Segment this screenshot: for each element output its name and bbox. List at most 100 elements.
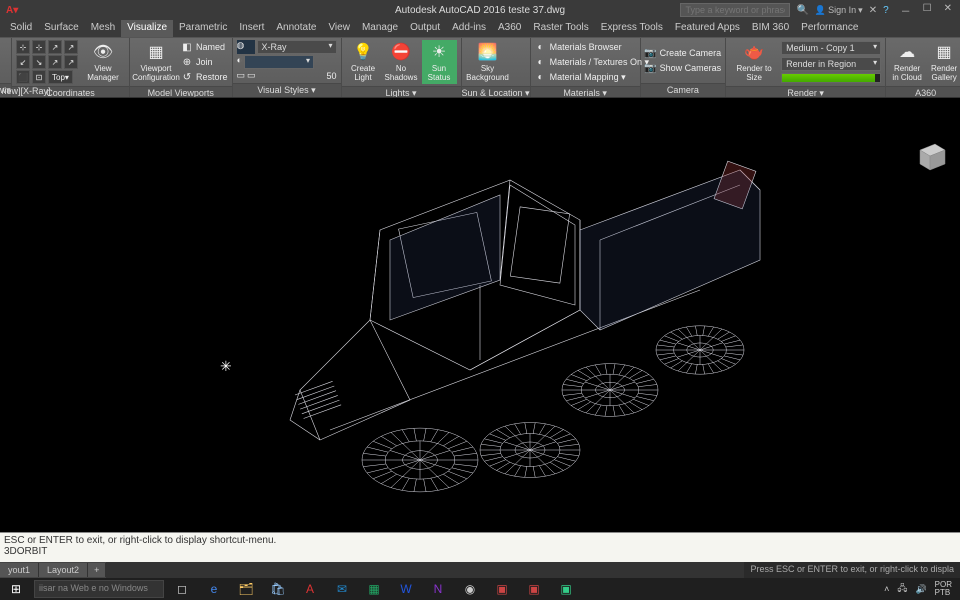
viewcube[interactable]	[910, 138, 950, 178]
chrome-icon[interactable]: ◉	[456, 579, 484, 599]
panel-visual-styles: ◍ X-Ray ◐ ▭▭ 50 Visual Styles ▾	[233, 38, 342, 97]
render-to-size-button[interactable]: 🫖 Render to Size	[730, 40, 778, 84]
viewport-label[interactable]: /iew][X-Ray]	[2, 86, 51, 96]
layout-tab-1[interactable]: Layout2	[39, 563, 88, 577]
render-progress	[781, 73, 881, 83]
crosshair-cursor: ✳	[220, 358, 232, 375]
network-icon[interactable]: 🖧	[897, 581, 907, 597]
panel-viewports: ▦ Viewport Configuration ◧Named⊕Join↺Res…	[130, 38, 233, 97]
status-hint: Press ESC or ENTER to exit, or right-cli…	[744, 562, 960, 578]
viewport-icon: ▦	[146, 42, 166, 62]
tab-visualize[interactable]: Visualize	[121, 20, 173, 37]
help-icon[interactable]: ?	[883, 5, 889, 16]
start-button[interactable]: ⊞	[2, 579, 30, 599]
tab-a360[interactable]: A360	[492, 20, 527, 37]
tab-output[interactable]: Output	[404, 20, 446, 37]
panel-lights: 💡Create Light⛔No Shadows☀Sun Status Ligh…	[342, 38, 462, 97]
row-create-camera[interactable]: 📷Create Camera	[645, 46, 722, 60]
explorer-icon[interactable]: 🗂	[232, 579, 260, 599]
tab-annotate[interactable]: Annotate	[270, 20, 322, 37]
windows-taskbar: ⊞ iisar na Web e no Windows ◻ e 🗂 🛍 A ✉ …	[0, 578, 960, 600]
row-material-mapping-[interactable]: ◐Material Mapping ▾	[535, 70, 649, 84]
style-preview-icon[interactable]: ◍	[237, 40, 255, 54]
tab-parametric[interactable]: Parametric	[173, 20, 233, 37]
outlook-icon[interactable]: ✉	[328, 579, 356, 599]
view-manager-button[interactable]: 👁 View Manager	[81, 40, 125, 84]
cortana-search[interactable]: iisar na Web e no Windows	[34, 580, 164, 598]
onenote-icon[interactable]: N	[424, 579, 452, 599]
tab-view[interactable]: View	[322, 20, 356, 37]
opacity-input[interactable]	[244, 55, 314, 69]
sun-status-button[interactable]: ☀Sun Status	[422, 40, 457, 84]
help-search-input[interactable]	[680, 3, 790, 17]
tab-performance[interactable]: Performance	[795, 20, 864, 37]
panel-camera: 📷Create Camera📷Show Cameras Camera	[641, 38, 727, 97]
qat: A▾	[0, 5, 18, 16]
panel-sun: 🌅 Sky Background Sun & Location ▾	[462, 38, 531, 97]
row-materials-browser[interactable]: ◐Materials Browser	[535, 40, 649, 54]
volume-icon[interactable]: 🔊	[915, 584, 926, 595]
render-in-cloud-button[interactable]: ☁Render in Cloud	[890, 40, 924, 84]
viewport-config-button[interactable]: ▦ Viewport Configuration	[134, 40, 178, 84]
cmd-current: 3DORBIT	[4, 546, 956, 557]
edge-icon[interactable]: e	[200, 579, 228, 599]
render-preset-dropdown[interactable]: Medium - Copy 1	[781, 41, 881, 55]
row-named[interactable]: ◧Named	[181, 40, 228, 54]
row-join[interactable]: ⊕Join	[181, 55, 228, 69]
tab-raster-tools[interactable]: Raster Tools	[527, 20, 594, 37]
app-menu-icon[interactable]: A▾	[6, 5, 18, 16]
title-text: Autodesk AutoCAD 2016 teste 37.dwg	[395, 5, 565, 16]
sky-background-button[interactable]: 🌅 Sky Background	[466, 40, 510, 84]
no-shadows-button[interactable]: ⛔No Shadows	[384, 40, 419, 84]
autocad-icon[interactable]: A	[296, 579, 324, 599]
close-icon[interactable]: ✕	[944, 3, 952, 18]
tab-featured-apps[interactable]: Featured Apps	[669, 20, 746, 37]
minimize-icon[interactable]: －	[901, 3, 911, 18]
panel-a360: ☁Render in Cloud▦Render Gallery A360	[886, 38, 960, 97]
app3-icon[interactable]: ▣	[552, 579, 580, 599]
visual-style-dropdown[interactable]: X-Ray	[257, 40, 337, 54]
titlebar: A▾ Autodesk AutoCAD 2016 teste 37.dwg 🔍 …	[0, 0, 960, 20]
row-materials-textures-on-[interactable]: ◐Materials / Textures On ▾	[535, 55, 649, 69]
render-region-dropdown[interactable]: Render in Region	[781, 57, 881, 71]
system-tray[interactable]: ˄ 🖧 🔊 POR PTB	[884, 581, 958, 597]
ribbon-tabs: SolidSurfaceMeshVisualizeParametricInser…	[0, 20, 960, 38]
ribbon: ws ⊹⊹↗↗ ↙↘↗↗ ⬛⊡Top▾ 👁 View Manager Coord…	[0, 38, 960, 98]
command-line[interactable]: ESC or ENTER to exit, or right-click to …	[0, 532, 960, 562]
tab-surface[interactable]: Surface	[38, 20, 84, 37]
signin-button[interactable]: 👤 Sign In ▾	[815, 5, 863, 16]
app-icon[interactable]: ▣	[488, 579, 516, 599]
search-icon[interactable]: 🔍	[796, 5, 808, 16]
store-icon[interactable]: 🛍	[264, 579, 292, 599]
panel-render: 🫖 Render to Size Medium - Copy 1 Render …	[726, 38, 886, 97]
word-icon[interactable]: W	[392, 579, 420, 599]
tab-express-tools[interactable]: Express Tools	[595, 20, 669, 37]
tray-up-icon[interactable]: ˄	[884, 584, 889, 594]
layout-tab-2[interactable]: +	[88, 563, 106, 577]
render-gallery-button[interactable]: ▦Render Gallery	[927, 40, 960, 84]
sky-icon: 🌅	[478, 42, 498, 62]
view-manager-icon: 👁	[93, 42, 113, 62]
app2-icon[interactable]: ▣	[520, 579, 548, 599]
tab-add-ins[interactable]: Add-ins	[446, 20, 492, 37]
exchange-icon[interactable]: ✕	[869, 5, 877, 16]
row-restore[interactable]: ↺Restore	[181, 70, 228, 84]
layout-tab-0[interactable]: yout1	[0, 563, 39, 577]
tab-solid[interactable]: Solid	[4, 20, 38, 37]
layout-tabs: yout1Layout2+	[0, 562, 106, 578]
tab-insert[interactable]: Insert	[233, 20, 270, 37]
lang-indicator[interactable]: POR PTB	[935, 581, 952, 597]
excel-icon[interactable]: ▦	[360, 579, 388, 599]
maximize-icon[interactable]: ☐	[923, 3, 932, 18]
viewport-3d[interactable]: ✳	[0, 98, 960, 542]
panel-materials: ◐Materials Browser◐Materials / Textures …	[531, 38, 641, 97]
create-light-button[interactable]: 💡Create Light	[346, 40, 381, 84]
model-wireframe	[180, 110, 780, 530]
coord-icon[interactable]: ⊹	[16, 40, 30, 54]
tab-mesh[interactable]: Mesh	[85, 20, 121, 37]
teapot-icon: 🫖	[744, 42, 764, 62]
tab-manage[interactable]: Manage	[356, 20, 404, 37]
tab-bim-360[interactable]: BIM 360	[746, 20, 795, 37]
row-show-cameras[interactable]: 📷Show Cameras	[645, 61, 722, 75]
task-view-icon[interactable]: ◻	[168, 579, 196, 599]
